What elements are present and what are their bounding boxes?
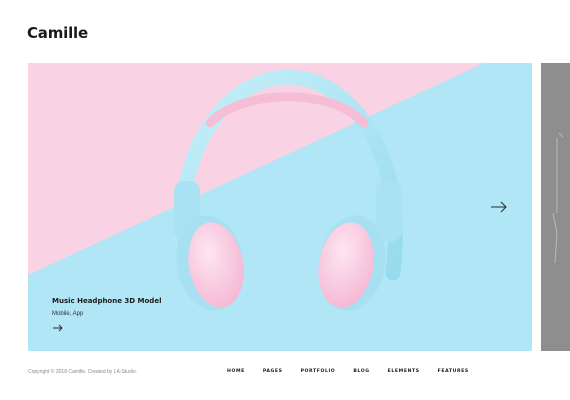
slide-subtitle: Mobile, App <box>52 311 84 317</box>
footer-copyright: Copyright © 2018 Camille. Created by LA-… <box>28 369 138 375</box>
next-slide-arrow-icon[interactable] <box>490 201 508 213</box>
slide-title[interactable]: Music Headphone 3D Model <box>52 297 161 305</box>
nav-item-pages[interactable]: PAGES <box>263 369 283 374</box>
next-slide-preview[interactable] <box>541 63 570 351</box>
site-logo[interactable]: Camille <box>27 24 88 42</box>
nav-item-portfolio[interactable]: PORTFOLIO <box>301 369 336 374</box>
nav-item-elements[interactable]: ELEMENTS <box>388 369 420 374</box>
nav-item-home[interactable]: HOME <box>227 369 245 374</box>
footer-nav: HOME PAGES PORTFOLIO BLOG ELEMENTS FEATU… <box>227 369 487 374</box>
nav-item-features[interactable]: FEATURES <box>438 369 469 374</box>
nav-item-blog[interactable]: BLOG <box>353 369 369 374</box>
hero-slide: Music Headphone 3D Model Mobile, App <box>28 63 532 351</box>
slide-caption: Music Headphone 3D Model Mobile, App <box>52 297 161 332</box>
arrow-right-icon[interactable] <box>52 324 64 332</box>
